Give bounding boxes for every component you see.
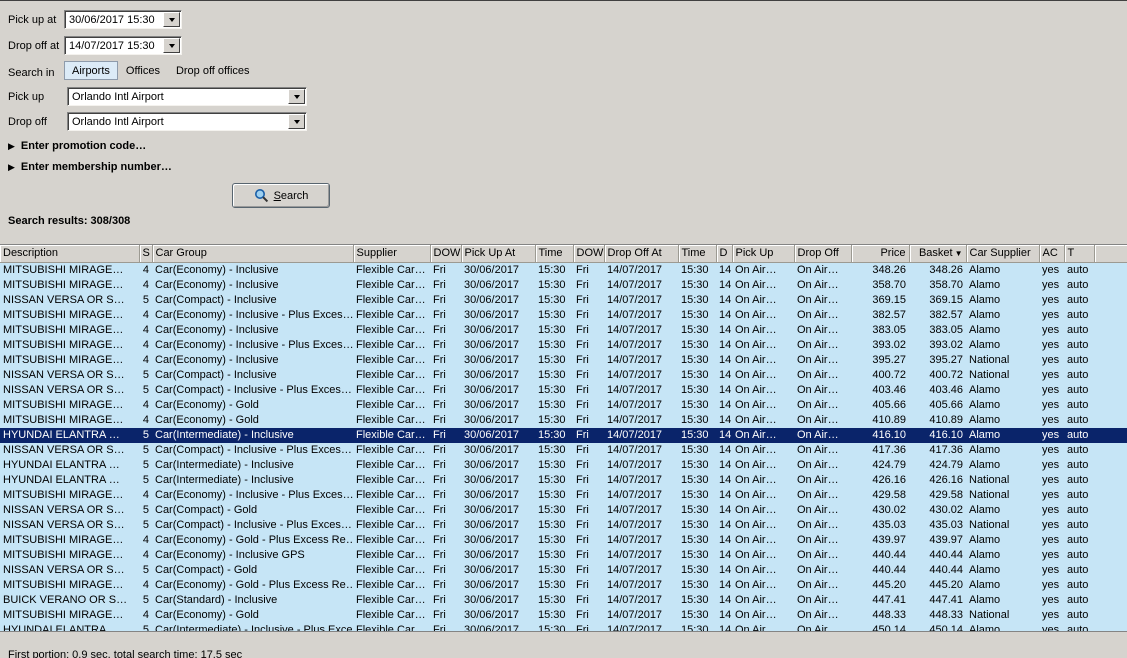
result-row[interactable]: NISSAN VERSA OR S… 5 Car(Compact) - Inclus… [0,517,1127,533]
result-row[interactable]: NISSAN VERSA OR S… 5 Car(Compact) - Gold Fl… [0,562,1127,578]
result-row[interactable]: MITSUBISHI MIRAGE… 4 Car(Economy) - Inclus… [0,262,1127,278]
chevron-down-icon [293,94,300,99]
chevron-down-icon [293,119,300,124]
column-header-drop-off[interactable]: Drop Off [794,245,852,263]
result-row[interactable]: HYUNDAI ELANTRA … 5 Car(Intermediate) - In… [0,622,1127,631]
result-row[interactable]: MITSUBISHI MIRAGE… 4 Car(Economy) - Inclus… [0,547,1127,563]
result-row[interactable]: BUICK VERANO OR S… 5 Car(Standard) - Inclu… [0,592,1127,608]
pickup-at-combo-arrow[interactable] [163,12,180,27]
column-header-price[interactable]: Price [851,245,910,263]
sort-icon: ▼ [954,249,963,259]
car-rental-search-window: Pick up at 30/06/2017 15:30 Drop off at … [0,0,1127,658]
results-table-body: MITSUBISHI MIRAGE… 4 Car(Economy) - Inclus… [0,262,1127,631]
pickup-combo[interactable]: Orlando Intl Airport [67,87,307,106]
column-header-dow[interactable]: DOW [430,245,462,263]
search-button[interactable]: Search [232,183,330,208]
result-row[interactable]: MITSUBISHI MIRAGE… 4 Car(Economy) - Inclus… [0,322,1127,338]
column-header-dow[interactable]: DOW [573,245,605,263]
dropoff-combo[interactable]: Orlando Intl Airport [67,112,307,131]
column-header-car-supplier[interactable]: Car Supplier [966,245,1040,263]
pickup-combo-arrow[interactable] [288,89,305,104]
column-header-supplier[interactable]: Supplier [353,245,431,263]
search-icon [254,189,268,203]
result-row[interactable]: HYUNDAI ELANTRA … 5 Car(Intermediate) - In… [0,457,1127,473]
result-row[interactable]: MITSUBISHI MIRAGE… 4 Car(Economy) - Gold -… [0,577,1127,593]
column-header-pick-up-at[interactable]: Pick Up At [461,245,536,263]
status-bar: First portion: 0.9 sec, total search tim… [0,631,1127,658]
tab-airports[interactable]: Airports [64,61,118,80]
result-row[interactable]: HYUNDAI ELANTRA … 5 Car(Intermediate) - In… [0,427,1127,443]
column-header-time[interactable]: Time [535,245,574,263]
dropoff-at-combo-arrow[interactable] [163,38,180,53]
pickup-at-label: Pick up at [8,14,57,26]
column-header-drop-off-at[interactable]: Drop Off At [604,245,679,263]
result-row[interactable]: MITSUBISHI MIRAGE… 4 Car(Economy) - Gold -… [0,532,1127,548]
membership-number-expander[interactable]: ▶ Enter membership number… [8,161,172,173]
dropoff-at-combo[interactable]: 14/07/2017 15:30 [64,36,182,55]
chevron-down-icon [168,17,175,22]
column-header-description[interactable]: Description [0,245,140,263]
tab-offices[interactable]: Offices [118,61,168,80]
result-row[interactable]: NISSAN VERSA OR S… 5 Car(Compact) - Gold Fl… [0,502,1127,518]
result-row[interactable]: MITSUBISHI MIRAGE… 4 Car(Economy) - Inclus… [0,337,1127,353]
result-row[interactable]: MITSUBISHI MIRAGE… 4 Car(Economy) - Gold Fl… [0,607,1127,623]
dropoff-combo-arrow[interactable] [288,114,305,129]
expander-icon: ▶ [8,161,15,172]
result-row[interactable]: NISSAN VERSA OR S… 5 Car(Compact) - Inclus… [0,367,1127,383]
column-header-blank [1094,245,1127,263]
pickup-label: Pick up [8,91,45,103]
column-header-ac[interactable]: AC [1039,245,1065,263]
result-row[interactable]: MITSUBISHI MIRAGE… 4 Car(Economy) - Inclus… [0,307,1127,323]
result-row[interactable]: HYUNDAI ELANTRA … 5 Car(Intermediate) - In… [0,472,1127,488]
results-table: Description S Car Group Supplier DOW Pick Up … [0,245,1127,631]
expander-icon: ▶ [8,140,15,151]
column-header-s[interactable]: S [139,245,153,263]
pickup-at-combo[interactable]: 30/06/2017 15:30 [64,10,182,29]
pickup-at-value: 30/06/2017 15:30 [69,14,155,26]
column-header-basket[interactable]: Basket ▼ [909,245,967,263]
column-header-pick-up[interactable]: Pick Up [732,245,795,263]
result-row[interactable]: MITSUBISHI MIRAGE… 4 Car(Economy) - Inclus… [0,487,1127,503]
search-in-tabs: Airports Offices Drop off offices [64,61,258,80]
search-in-label: Search in [8,67,55,79]
dropoff-label: Drop off [8,116,47,128]
results-grid: Description S Car Group Supplier DOW Pick Up … [0,244,1127,631]
results-summary: Search results: 308/308 [8,215,131,227]
column-header-d[interactable]: D [716,245,733,263]
promotion-code-label: Enter promotion code… [20,140,147,152]
dropoff-value: Orlando Intl Airport [72,116,164,128]
result-row[interactable]: NISSAN VERSA OR S… 5 Car(Compact) - Inclus… [0,382,1127,398]
chevron-down-icon [168,43,175,48]
result-row[interactable]: MITSUBISHI MIRAGE… 4 Car(Economy) - Inclus… [0,352,1127,368]
pickup-value: Orlando Intl Airport [72,91,164,103]
tab-drop-off-offices[interactable]: Drop off offices [168,61,258,80]
result-row[interactable]: NISSAN VERSA OR S… 5 Car(Compact) - Inclus… [0,292,1127,308]
result-row[interactable]: MITSUBISHI MIRAGE… 4 Car(Economy) - Gold Fl… [0,397,1127,413]
column-header-t[interactable]: T [1064,245,1095,263]
search-button-label: Search [273,189,309,202]
results-header-row: Description S Car Group Supplier DOW Pick Up … [0,245,1127,263]
result-row[interactable]: NISSAN VERSA OR S… 5 Car(Compact) - Inclus… [0,442,1127,458]
result-row[interactable]: MITSUBISHI MIRAGE… 4 Car(Economy) - Inclus… [0,277,1127,293]
column-header-car-group[interactable]: Car Group [152,245,354,263]
result-row[interactable]: MITSUBISHI MIRAGE… 4 Car(Economy) - Gold Fl… [0,412,1127,428]
dropoff-at-value: 14/07/2017 15:30 [69,40,155,52]
promotion-code-expander[interactable]: ▶ Enter promotion code… [8,140,146,152]
dropoff-at-label: Drop off at [8,40,60,52]
column-header-time[interactable]: Time [678,245,717,263]
membership-number-label: Enter membership number… [20,161,172,173]
